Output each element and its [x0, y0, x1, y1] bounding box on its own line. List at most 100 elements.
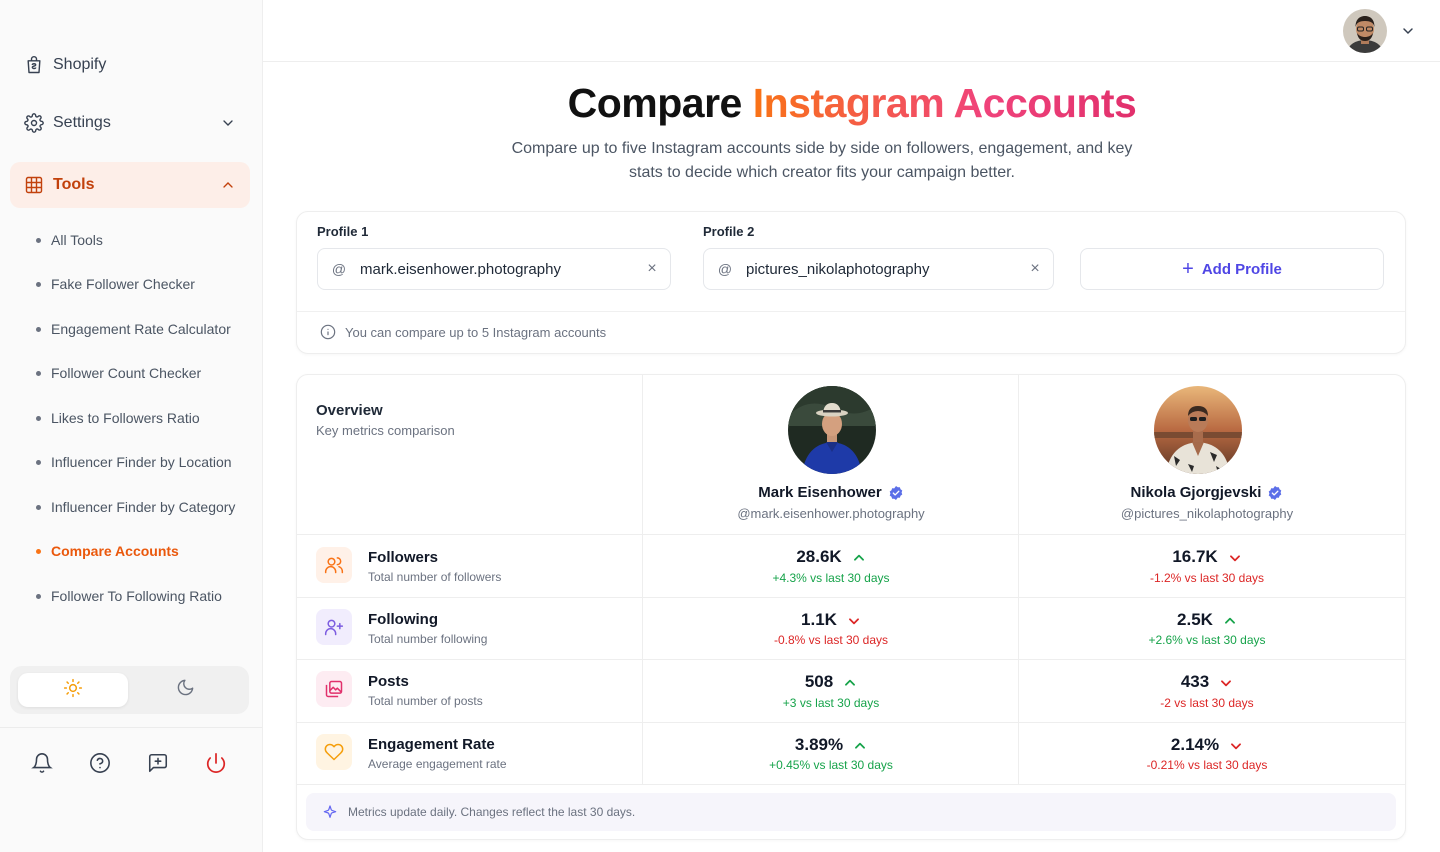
trend-down-icon: [1219, 675, 1233, 689]
account2-avatar[interactable]: [1154, 386, 1242, 474]
sidebar-subitem-likes-to-followers-ratio[interactable]: Likes to Followers Ratio: [36, 410, 200, 426]
account1-name: Mark Eisenhower: [643, 484, 1019, 501]
sidebar-subitem-engagement-rate-calculator[interactable]: Engagement Rate Calculator: [36, 321, 231, 337]
metric-name: Posts: [368, 673, 409, 690]
metric-value: 1.1K: [643, 610, 1019, 630]
verified-badge-icon: [1267, 485, 1283, 501]
footnote-text: Metrics update daily. Changes reflect th…: [348, 805, 636, 819]
divider: [0, 727, 262, 728]
value-text: 508: [804, 672, 834, 691]
add-profile-button[interactable]: + Add Profile: [1080, 248, 1384, 290]
sidebar-subitem-label: Fake Follower Checker: [51, 276, 195, 292]
sidebar-subitem-follower-to-following-ratio[interactable]: Follower To Following Ratio: [36, 588, 222, 604]
trend-down-icon: [847, 613, 861, 627]
trend-up-icon: [853, 738, 867, 752]
plus-icon: +: [1182, 257, 1194, 280]
sidebar-item-label: Shopify: [53, 56, 107, 73]
bell-icon[interactable]: [29, 750, 55, 776]
help-icon[interactable]: [87, 750, 113, 776]
overview-subtitle: Key metrics comparison: [316, 423, 455, 438]
bullet: [36, 370, 41, 376]
profile2-input[interactable]: @ pictures_nikolaphotography ×: [703, 248, 1054, 290]
title-plain: Compare: [567, 80, 753, 126]
sidebar-subitem-label: Likes to Followers Ratio: [51, 410, 200, 426]
account-name-text: Nikola Gjorgjevski: [1130, 484, 1262, 501]
metric-value: 16.7K: [1019, 547, 1395, 567]
info-icon: [320, 324, 336, 340]
sun-icon: [63, 678, 83, 703]
at-icon: @: [717, 261, 733, 277]
light-theme-button[interactable]: [18, 673, 128, 707]
chevron-down-icon[interactable]: [1400, 23, 1416, 39]
change-suffix: vs last 30 days: [1182, 633, 1266, 647]
chevron-down-icon: [220, 115, 236, 131]
sidebar-subitem-compare-accounts[interactable]: Compare Accounts: [36, 543, 179, 559]
change-value: +3: [782, 696, 797, 710]
change-value: +2.6%: [1148, 633, 1183, 647]
sidebar-subitem-label: Follower Count Checker: [51, 365, 202, 381]
sidebar-subitem-influencer-finder-category[interactable]: Influencer Finder by Category: [36, 499, 235, 515]
row-divider: [297, 784, 1405, 785]
bullet: [36, 415, 41, 421]
clear-icon[interactable]: ×: [634, 260, 670, 278]
metric-description: Total number of followers: [368, 570, 502, 584]
sidebar-subitem-label: All Tools: [51, 232, 103, 248]
metric-value: 28.6K: [643, 547, 1019, 567]
account1-avatar[interactable]: [788, 386, 876, 474]
hint-text: You can compare up to 5 Instagram accoun…: [345, 324, 607, 340]
dark-theme-button[interactable]: [130, 673, 240, 707]
sidebar-subitem-fake-follower-checker[interactable]: Fake Follower Checker: [36, 276, 195, 292]
metric-description: Total number following: [368, 632, 488, 646]
trend-down-icon: [1228, 550, 1242, 564]
metrics-footnote: Metrics update daily. Changes reflect th…: [306, 793, 1396, 831]
metric-name: Engagement Rate: [368, 736, 495, 753]
user-avatar[interactable]: [1343, 9, 1387, 53]
sidebar-item-label: Tools: [53, 176, 95, 193]
row-divider: [297, 534, 1405, 535]
sidebar-item-tools[interactable]: Tools: [10, 162, 250, 208]
profile1-value[interactable]: mark.eisenhower.photography: [360, 261, 634, 278]
account2-handle: @pictures_nikolaphotography: [1120, 506, 1294, 521]
sidebar-subitem-label: Engagement Rate Calculator: [51, 321, 231, 337]
bullet: [36, 326, 41, 332]
sidebar: Shopify Settings Tools All Tools Fake Fo…: [0, 0, 263, 852]
value-text: 28.6K: [796, 547, 842, 566]
sidebar-subitem-influencer-finder-location[interactable]: Influencer Finder by Location: [36, 454, 232, 470]
metric-change: +4.3% vs last 30 days: [643, 571, 1019, 585]
sidebar-subitem-label: Influencer Finder by Location: [51, 454, 232, 470]
row-divider: [297, 659, 1405, 660]
profile2-label: Profile 2: [703, 224, 755, 239]
divider: [297, 311, 1405, 312]
sidebar-item-shopify[interactable]: Shopify: [10, 42, 250, 88]
verified-badge-icon: [888, 485, 904, 501]
row-divider: [297, 597, 1405, 598]
bullet: [36, 459, 41, 465]
metric-description: Average engagement rate: [368, 757, 507, 771]
feedback-icon[interactable]: [145, 750, 171, 776]
trend-down-icon: [1229, 738, 1243, 752]
metric-change: -0.8% vs last 30 days: [643, 633, 1019, 647]
sidebar-subitem-follower-count-checker[interactable]: Follower Count Checker: [36, 365, 201, 381]
grid-icon: [23, 174, 45, 196]
change-suffix: vs last 30 days: [796, 696, 880, 710]
bullet: [36, 281, 41, 287]
page-subtitle: Compare up to five Instagram accounts si…: [511, 140, 1133, 181]
change-value: -2: [1160, 696, 1171, 710]
profile1-input[interactable]: @ mark.eisenhower.photography ×: [317, 248, 671, 290]
metric-change: +0.45% vs last 30 days: [643, 758, 1019, 772]
sidebar-subitem-all-tools[interactable]: All Tools: [36, 232, 103, 248]
metric-value: 433: [1019, 672, 1395, 692]
power-icon[interactable]: [203, 750, 229, 776]
value-text: 433: [1180, 672, 1210, 691]
sparkle-icon: [322, 804, 338, 820]
clear-icon[interactable]: ×: [1017, 260, 1053, 278]
gallery-icon: [316, 671, 352, 707]
metric-change: +2.6% vs last 30 days: [1019, 633, 1395, 647]
profile2-value[interactable]: pictures_nikolaphotography: [746, 261, 1017, 278]
sidebar-item-settings[interactable]: Settings: [10, 100, 250, 146]
value-text: 2.5K: [1177, 610, 1213, 629]
gear-icon: [23, 112, 45, 134]
value-text: 1.1K: [801, 610, 837, 629]
change-value: -0.8%: [773, 633, 806, 647]
chevron-up-icon: [220, 177, 236, 193]
